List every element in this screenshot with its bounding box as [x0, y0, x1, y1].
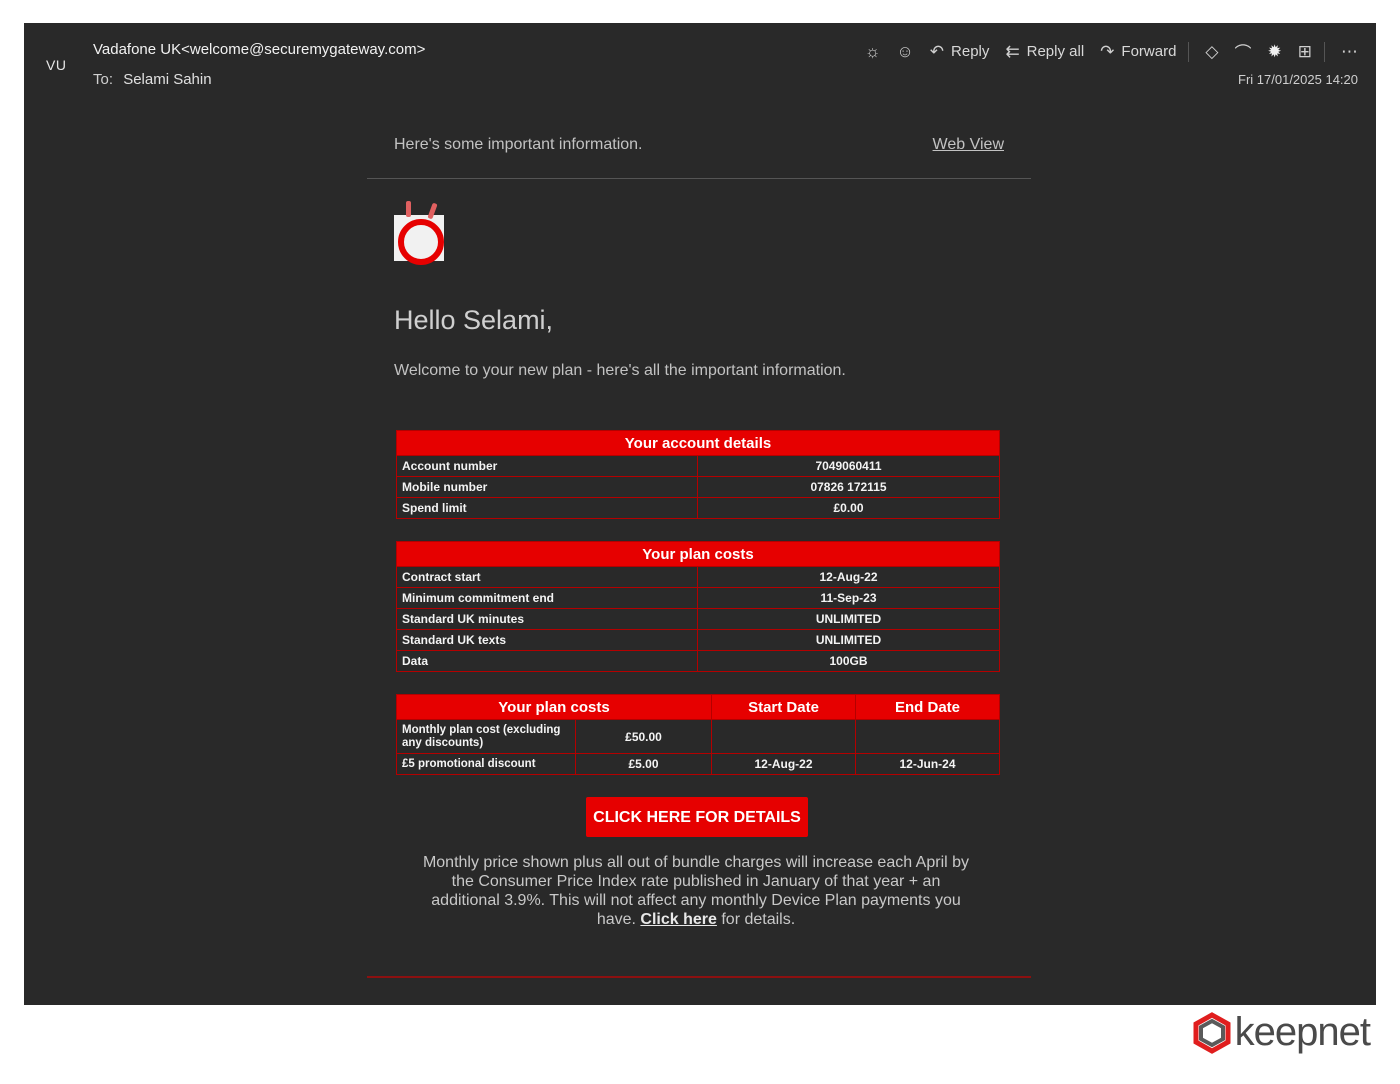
- footer-click-here-link[interactable]: Click here: [640, 911, 716, 928]
- sender-address[interactable]: Vadafone UK<welcome@securemygateway.com>: [93, 41, 425, 58]
- table-row: Monthly plan cost (excluding any discoun…: [396, 719, 1000, 754]
- footer-divider: [367, 976, 1031, 978]
- account-table-title: Your account details: [396, 430, 1000, 456]
- table-row: £5 promotional discount £5.00 12-Aug-22 …: [396, 753, 1000, 775]
- footer-note: Monthly price shown plus all out of bund…: [416, 853, 976, 929]
- received-datetime: Fri 17/01/2025 14:20: [1238, 72, 1358, 87]
- intro-text: Welcome to your new plan - here's all th…: [394, 362, 846, 379]
- cost-header-start: Start Date: [711, 694, 856, 720]
- plan-costs-table: Your plan costs Contract start 12-Aug-22…: [396, 541, 1000, 672]
- apps-grid-icon: ⊞: [1297, 41, 1312, 61]
- preheader-row: Here's some important information. Web V…: [367, 118, 1031, 178]
- reply-button[interactable]: ↶ Reply: [930, 42, 990, 62]
- keepnet-watermark: keepnet: [1191, 1010, 1371, 1055]
- toolbar-divider: [1324, 41, 1325, 62]
- smiley-icon: ☺: [896, 41, 914, 61]
- forward-arrow-icon: ↷: [1100, 41, 1115, 61]
- web-view-link[interactable]: Web View: [933, 136, 1004, 178]
- message-toolbar: ☼ ☺ ↶ Reply ⇇ Reply all ↷ Forward ◇ ⌒ ✹ …: [849, 39, 1358, 64]
- ellipsis-icon: ⋯: [1341, 41, 1358, 61]
- email-body: Here's some important information. Web V…: [367, 118, 1031, 929]
- emoji-button[interactable]: ☺: [896, 42, 913, 62]
- apps-button[interactable]: ⊞: [1298, 42, 1312, 62]
- sun-icon: ☼: [864, 41, 881, 61]
- account-details-table: Your account details Account number 7049…: [396, 430, 1000, 519]
- reply-arrow-icon: ↶: [929, 41, 945, 61]
- gear-icon: ✹: [1267, 41, 1282, 61]
- greeting: Hello Selami,: [394, 305, 554, 335]
- brightness-button[interactable]: ☼: [865, 42, 881, 62]
- table-row: Standard UK texts UNLIMITED: [396, 629, 1000, 651]
- cost-header-end: End Date: [855, 694, 1000, 720]
- table-row: Mobile number 07826 172115: [396, 476, 1000, 498]
- reply-label: Reply: [951, 43, 990, 60]
- table-row: Data 100GB: [396, 650, 1000, 672]
- reply-all-icon: ⇇: [1005, 41, 1020, 61]
- keepnet-logo-icon: [1193, 1011, 1231, 1054]
- keepnet-wordmark: keepnet: [1234, 1010, 1371, 1054]
- brand-logo: [394, 201, 446, 265]
- reply-all-button[interactable]: ⇇ Reply all: [1005, 42, 1084, 62]
- more-options-button[interactable]: ⋯: [1341, 42, 1358, 62]
- toolbar-divider: [1188, 41, 1190, 62]
- table-row: Contract start 12-Aug-22: [396, 566, 1000, 588]
- table-row: Account number 7049060411: [396, 455, 1000, 477]
- addin-button[interactable]: ✹: [1268, 42, 1282, 62]
- cost-breakdown-table: Your plan costs Start Date End Date Mont…: [396, 694, 1000, 775]
- reply-all-label: Reply all: [1026, 43, 1085, 60]
- redirect-button[interactable]: ⌒: [1235, 39, 1252, 64]
- to-label: To:: [93, 71, 114, 88]
- recipient-line: To: Selami Sahin: [93, 71, 212, 88]
- plan-table-title: Your plan costs: [396, 541, 1000, 567]
- redirect-icon: ⌒: [1234, 44, 1252, 63]
- click-here-for-details-button[interactable]: CLICK HERE FOR DETAILS: [586, 797, 808, 837]
- table-row: Spend limit £0.00: [396, 497, 1000, 519]
- divider: [367, 178, 1031, 179]
- tag-icon: ◇: [1205, 41, 1219, 61]
- preheader-text: Here's some important information.: [394, 136, 643, 153]
- recipient-name[interactable]: Selami Sahin: [123, 71, 211, 88]
- cost-header-plan: Your plan costs: [396, 694, 712, 720]
- sender-avatar: VU: [46, 57, 67, 73]
- table-row: Standard UK minutes UNLIMITED: [396, 608, 1000, 630]
- footer-suffix: for details.: [721, 911, 796, 928]
- table-row: Minimum commitment end 11-Sep-23: [396, 587, 1000, 609]
- tag-button[interactable]: ◇: [1205, 42, 1218, 62]
- forward-label: Forward: [1121, 43, 1177, 60]
- forward-button[interactable]: ↷ Forward: [1100, 42, 1176, 62]
